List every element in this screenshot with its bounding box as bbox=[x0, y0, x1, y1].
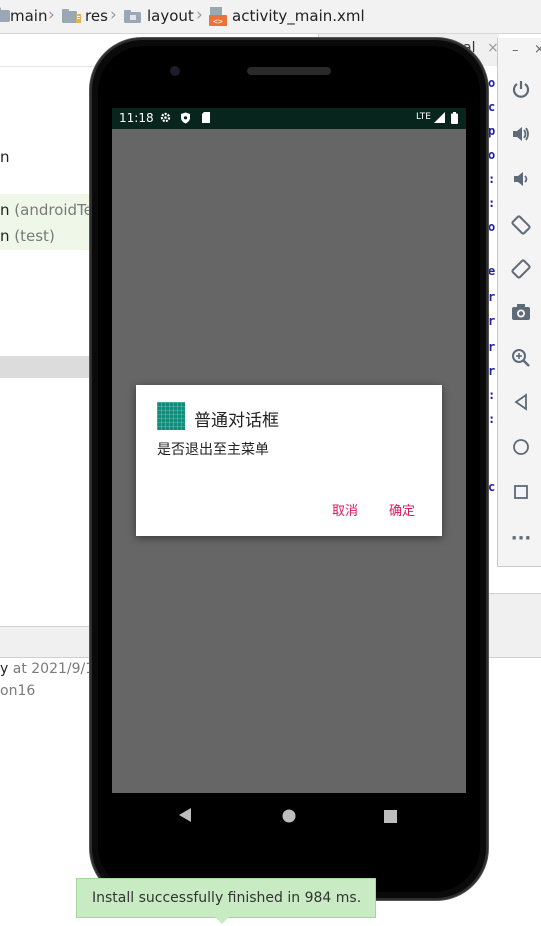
folder-icon bbox=[0, 7, 10, 22]
nav-home-icon[interactable] bbox=[282, 808, 296, 827]
dialog-message: 是否退出至主菜单 bbox=[157, 442, 269, 458]
code-char: r bbox=[488, 290, 496, 304]
code-char: : bbox=[488, 172, 496, 186]
code-char: r bbox=[488, 364, 496, 378]
status-bar: 11:18 LTE bbox=[112, 108, 466, 129]
code-char: o bbox=[488, 148, 496, 162]
tree-item-suffix: (androidTe bbox=[14, 201, 93, 219]
run-log-device: on16 bbox=[0, 683, 36, 699]
code-char: : bbox=[488, 388, 496, 402]
back-icon[interactable] bbox=[510, 393, 532, 415]
shield-icon bbox=[180, 112, 191, 124]
rotate-right-icon[interactable] bbox=[510, 258, 532, 280]
nav-back-icon[interactable] bbox=[178, 807, 192, 827]
cancel-button[interactable]: 取消 bbox=[332, 500, 358, 519]
camera-icon[interactable] bbox=[510, 303, 532, 325]
run-log-time: at 2021/9/1 bbox=[12, 661, 95, 677]
tree-item[interactable]: n bbox=[0, 148, 10, 166]
code-char: : bbox=[488, 412, 496, 426]
breadcrumb-res[interactable]: res bbox=[85, 7, 108, 25]
front-camera bbox=[170, 66, 180, 76]
chevron-right-icon: › bbox=[196, 5, 203, 25]
code-char: r bbox=[488, 314, 496, 328]
install-notification-text: Install successfully finished in 984 ms. bbox=[92, 890, 362, 906]
tree-item-name: n bbox=[0, 227, 15, 245]
code-char: e bbox=[488, 264, 496, 278]
code-char: o bbox=[488, 76, 496, 90]
tree-item-name: n bbox=[0, 201, 15, 219]
code-char: r bbox=[488, 340, 496, 354]
earpiece-speaker bbox=[247, 67, 331, 75]
run-log-name: y bbox=[0, 661, 13, 677]
settings-icon bbox=[160, 112, 171, 123]
close-icon[interactable]: × bbox=[534, 42, 541, 57]
code-char: p bbox=[488, 124, 496, 138]
sd-card-icon bbox=[201, 112, 212, 123]
chevron-right-icon: › bbox=[110, 5, 117, 25]
resource-folder-icon bbox=[62, 8, 82, 24]
svg-text:<>: <> bbox=[213, 17, 223, 26]
run-log-line: y at 2021/9/1 bbox=[0, 661, 94, 677]
confirm-button[interactable]: 确定 bbox=[389, 500, 415, 519]
volume-up-icon[interactable] bbox=[510, 124, 532, 146]
chevron-right-icon: › bbox=[48, 5, 55, 25]
zoom-icon[interactable] bbox=[510, 348, 532, 370]
rotate-left-icon[interactable] bbox=[510, 214, 532, 236]
layout-folder-icon bbox=[124, 9, 142, 23]
install-notification[interactable]: Install successfully finished in 984 ms. bbox=[76, 878, 376, 918]
more-icon[interactable]: ··· bbox=[510, 528, 532, 550]
overview-icon[interactable] bbox=[510, 483, 532, 505]
alert-dialog: 普通对话框 是否退出至主菜单 取消 确定 bbox=[136, 385, 442, 536]
breadcrumb: main › res › layout › <> activity_main.x… bbox=[0, 0, 541, 34]
signal-icon bbox=[434, 112, 445, 123]
nav-recents-icon[interactable] bbox=[384, 808, 397, 827]
code-char: c bbox=[488, 480, 496, 494]
xml-file-icon: <> bbox=[209, 6, 227, 26]
project-panel: n n (androidTe n (test) bbox=[0, 34, 95, 629]
minimize-icon[interactable]: – bbox=[512, 43, 519, 58]
dialog-title: 普通对话框 bbox=[194, 411, 279, 431]
notification-pointer bbox=[214, 916, 230, 924]
network-type: LTE bbox=[416, 112, 431, 122]
breadcrumb-main[interactable]: main bbox=[10, 7, 47, 25]
status-time: 11:18 bbox=[119, 111, 154, 125]
tree-item-test[interactable]: n (test) bbox=[0, 227, 55, 245]
emulator-toolbar: – × ··· bbox=[497, 38, 541, 567]
tree-item-androidtest[interactable]: n (androidTe bbox=[0, 201, 93, 219]
home-icon[interactable] bbox=[510, 438, 532, 460]
navigation-bar bbox=[112, 793, 466, 837]
code-char: : bbox=[488, 196, 496, 210]
code-char: o bbox=[488, 220, 496, 234]
battery-icon bbox=[451, 112, 458, 124]
code-char: c bbox=[488, 100, 496, 114]
power-icon[interactable] bbox=[510, 79, 532, 101]
app-icon bbox=[157, 402, 185, 430]
volume-down-icon[interactable] bbox=[510, 169, 532, 191]
tree-item-suffix: (test) bbox=[14, 227, 55, 245]
panel-divider bbox=[488, 593, 541, 628]
breadcrumb-layout[interactable]: layout bbox=[147, 7, 194, 25]
breadcrumb-file[interactable]: activity_main.xml bbox=[232, 7, 365, 25]
